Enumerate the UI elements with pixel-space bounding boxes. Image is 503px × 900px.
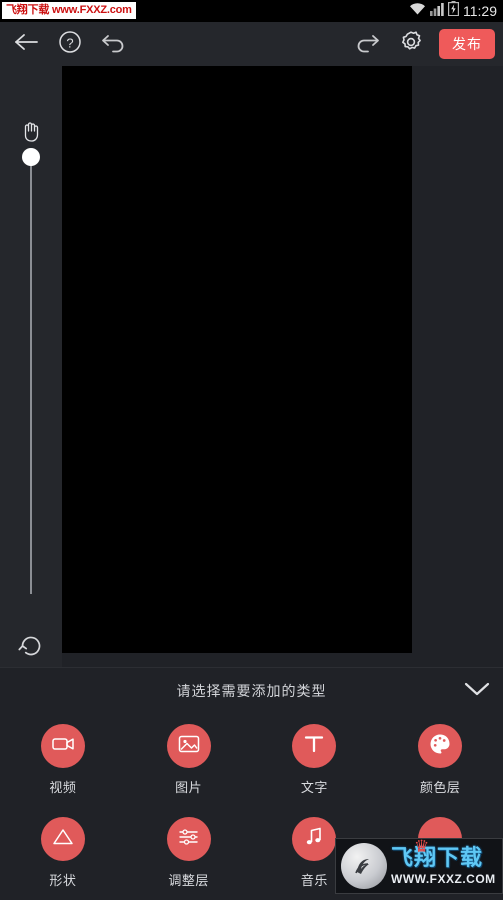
- chevron-down-icon: [463, 680, 491, 703]
- hand-icon[interactable]: [16, 116, 46, 146]
- add-video-label: 视频: [49, 780, 77, 795]
- add-color-layer-item[interactable]: 颜色层: [377, 714, 503, 807]
- undo-button[interactable]: [98, 28, 130, 60]
- color-palette-icon: [427, 731, 453, 762]
- question-circle-icon: ?: [57, 29, 83, 60]
- gear-icon: [398, 29, 424, 60]
- left-tool-rail: [0, 66, 62, 723]
- picture-icon: [176, 731, 202, 762]
- add-type-panel: 请选择需要添加的类型 视频 图片 文字 颜色层 形状 调整层 音乐 飞翔下载 W…: [0, 667, 503, 900]
- video-camera-icon: [50, 731, 76, 762]
- add-music-label: 音乐: [300, 873, 328, 888]
- status-bar: 飞翔下载 www.FXXZ.com 11:29: [0, 0, 503, 22]
- back-arrow-icon: [13, 31, 39, 58]
- app-root: 飞翔下载 www.FXXZ.com 11:29 ? 发布 请选择需要添加的类型 …: [0, 0, 503, 900]
- top-toolbar: ? 发布: [0, 22, 503, 66]
- redo-icon: [354, 30, 380, 59]
- undo-icon: [101, 30, 127, 59]
- add-color-layer-circle: [418, 724, 463, 768]
- add-text-label: 文字: [300, 780, 328, 795]
- publish-button[interactable]: 发布: [439, 29, 495, 59]
- crown-icon: ♛: [414, 838, 430, 856]
- help-button[interactable]: ?: [54, 28, 86, 60]
- text-t-icon: [301, 731, 327, 762]
- add-adjustment-circle: [166, 817, 211, 861]
- top-watermark: 飞翔下载 www.FXXZ.com: [2, 2, 136, 19]
- panel-title: 请选择需要添加的类型: [176, 683, 327, 699]
- add-adjustment-label: 调整层: [168, 873, 209, 888]
- redo-button[interactable]: [351, 28, 383, 60]
- add-picture-item[interactable]: 图片: [126, 714, 252, 807]
- add-color-layer-label: 颜色层: [419, 780, 461, 795]
- collapse-panel-button[interactable]: [461, 676, 493, 706]
- fxxz-logo-icon: [341, 843, 387, 889]
- triangle-shape-icon: [50, 824, 76, 855]
- add-shape-label: 形状: [49, 873, 77, 888]
- preview-canvas[interactable]: [62, 66, 412, 653]
- add-text-item[interactable]: 文字: [252, 714, 378, 807]
- status-indicators: 11:29: [409, 0, 497, 22]
- battery-charging-icon: [448, 1, 460, 21]
- add-text-circle: [292, 724, 337, 768]
- add-shape-circle: [40, 817, 85, 861]
- status-clock: 11:29: [463, 3, 497, 19]
- add-music-circle: [292, 817, 337, 861]
- toolbar-right-group: 发布: [351, 22, 495, 66]
- slider-track: [30, 154, 32, 594]
- toolbar-left-group: ?: [0, 28, 130, 60]
- add-picture-label: 图片: [175, 780, 203, 795]
- add-video-item[interactable]: 视频: [0, 714, 126, 807]
- back-button[interactable]: [10, 28, 42, 60]
- watermark-text-block: 飞翔下载 WWW.FXXZ.COM: [391, 845, 496, 886]
- watermark-url: WWW.FXXZ.COM: [391, 872, 496, 886]
- add-shape-item[interactable]: 形状: [0, 807, 126, 900]
- sliders-adjust-icon: [176, 824, 202, 855]
- panel-header: 请选择需要添加的类型: [0, 668, 503, 714]
- music-note-icon: [301, 824, 327, 855]
- zoom-slider[interactable]: [22, 148, 40, 594]
- editor-area: [0, 66, 503, 723]
- wifi-icon: [409, 2, 426, 21]
- add-picture-circle: [166, 724, 211, 768]
- slider-knob[interactable]: [22, 148, 40, 166]
- settings-button[interactable]: [395, 28, 427, 60]
- add-video-circle: [40, 724, 85, 768]
- svg-text:?: ?: [66, 35, 73, 50]
- signal-icon: [430, 2, 444, 21]
- watermark-brand: 飞翔下载: [391, 845, 484, 870]
- bottom-watermark: 飞翔下载 WWW.FXXZ.COM ♛: [335, 838, 503, 894]
- add-adjustment-item[interactable]: 调整层: [126, 807, 252, 900]
- reset-button[interactable]: [16, 631, 46, 661]
